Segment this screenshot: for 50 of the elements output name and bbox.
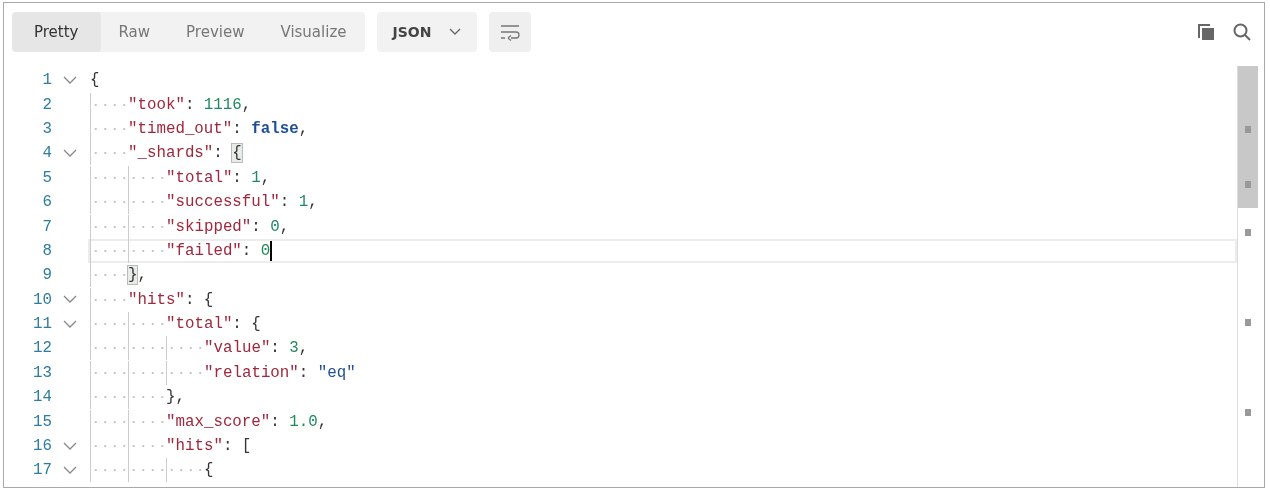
line-number: 12 (32, 339, 52, 358)
line-number: 8 (41, 241, 52, 260)
caret-icon (449, 28, 462, 36)
line-number: 15 (32, 412, 52, 431)
view-tab[interactable]: Visualize (262, 12, 365, 52)
code-line: "value": 3, (88, 336, 1237, 361)
line-number: 13 (32, 363, 52, 382)
line-number: 7 (41, 217, 52, 236)
code-line: "max_score": 1.0, (88, 409, 1237, 434)
line-number: 14 (32, 388, 52, 407)
wrap-icon (499, 23, 522, 41)
code-line: "_shards": { (88, 141, 1237, 166)
code-line: { (88, 458, 1237, 483)
code-line: { (89, 70, 101, 92)
fold-chevron-icon[interactable] (63, 441, 77, 451)
fold-chevron-icon[interactable] (63, 319, 77, 329)
code-line: "timed_out": false, (88, 116, 1237, 141)
line-number: 11 (32, 315, 52, 334)
line-number: 4 (41, 144, 52, 163)
fold-chevron-icon[interactable] (63, 465, 77, 475)
code-line: }, (88, 385, 1237, 410)
line-number: 5 (41, 168, 52, 187)
line-number: 17 (32, 461, 52, 480)
copy-icon[interactable] (1196, 22, 1216, 42)
line-number: 9 (41, 266, 52, 285)
search-icon[interactable] (1232, 22, 1252, 42)
line-number: 6 (41, 193, 52, 212)
wrap-lines-button[interactable] (489, 12, 532, 52)
line-number: 3 (41, 119, 52, 138)
fold-chevron-icon[interactable] (63, 148, 77, 158)
fold-chevron-icon[interactable] (63, 75, 77, 85)
view-tab[interactable]: Raw (100, 12, 169, 52)
code-line: }, (88, 263, 1237, 288)
code-line: "total": 1, (88, 165, 1237, 190)
line-number: 1 (41, 71, 52, 90)
code-line: "hits": { (88, 287, 1237, 312)
code-line: "took": 1116, (88, 92, 1237, 117)
line-number: 2 (41, 95, 52, 114)
view-tab[interactable]: Preview (168, 12, 263, 52)
view-tab[interactable]: Pretty (12, 12, 101, 52)
line-number: 10 (32, 290, 52, 309)
code-line: "relation": "eq" (88, 360, 1237, 385)
format-dropdown[interactable]: JSON (376, 12, 478, 52)
code-line: "hits": [ (88, 434, 1237, 459)
code-line: "skipped": 0, (88, 214, 1237, 239)
code-line: "successful": 1, (88, 190, 1237, 215)
code-line: "total": { (88, 312, 1237, 337)
scrollbar[interactable] (1237, 66, 1258, 487)
line-number: 16 (32, 437, 52, 456)
fold-chevron-icon[interactable] (63, 295, 77, 305)
